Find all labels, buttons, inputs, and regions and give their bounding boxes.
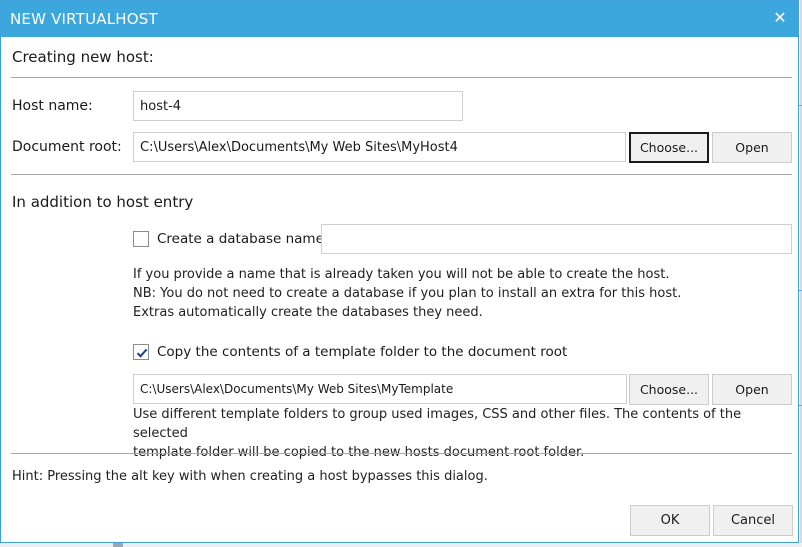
create-database-checkbox[interactable] — [133, 231, 149, 247]
database-help-line: NB: You do not need to create a database… — [133, 286, 682, 301]
database-name-input[interactable] — [321, 224, 792, 254]
document-root-choose-button[interactable]: Choose... — [629, 132, 709, 163]
document-root-input[interactable] — [133, 132, 626, 162]
hint-text: Hint: Pressing the alt key with when cre… — [12, 469, 488, 484]
separator-bottom — [11, 453, 792, 454]
separator-top — [11, 77, 792, 78]
copy-template-label: Copy the contents of a template folder t… — [157, 344, 568, 360]
ok-button[interactable]: OK — [630, 505, 710, 536]
checkmark-icon — [136, 348, 148, 358]
new-virtualhost-dialog: NEW VIRTUALHOST ✕ Creating new host: Hos… — [0, 0, 799, 543]
database-help-text: If you provide a name that is already ta… — [133, 265, 681, 322]
document-root-open-button[interactable]: Open — [712, 132, 792, 163]
cancel-button[interactable]: Cancel — [713, 505, 793, 536]
background-app-marker — [113, 543, 123, 547]
template-choose-button[interactable]: Choose... — [629, 374, 709, 405]
separator-middle — [11, 174, 792, 175]
dialog-titlebar[interactable]: NEW VIRTUALHOST ✕ — [1, 1, 798, 37]
host-name-input[interactable] — [133, 91, 463, 121]
document-root-label: Document root: — [12, 139, 122, 155]
section-header: Creating new host: — [12, 48, 154, 66]
template-open-button[interactable]: Open — [712, 374, 792, 405]
dialog-title: NEW VIRTUALHOST — [10, 10, 158, 28]
copy-template-checkbox[interactable] — [133, 344, 149, 360]
close-icon[interactable]: ✕ — [770, 8, 790, 28]
create-database-label: Create a database named: — [157, 231, 337, 247]
addition-heading: In addition to host entry — [12, 193, 194, 211]
template-path-input[interactable] — [133, 374, 627, 404]
database-help-line: If you provide a name that is already ta… — [133, 267, 670, 282]
template-help-line: Use different template folders to group … — [133, 407, 742, 441]
host-name-label: Host name: — [12, 98, 93, 114]
database-help-line: Extras automatically create the database… — [133, 305, 483, 320]
